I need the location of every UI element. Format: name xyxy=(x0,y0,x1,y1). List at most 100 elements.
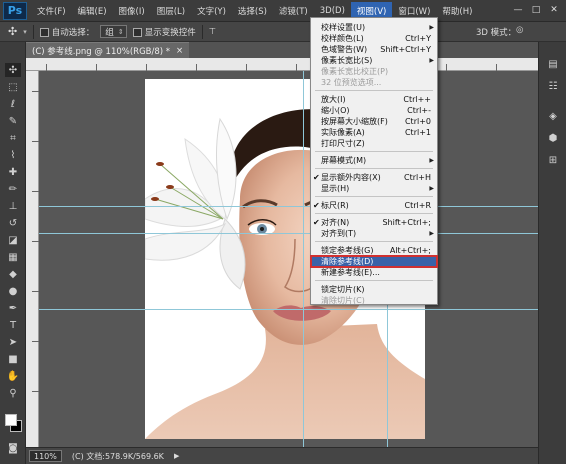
view-menu-item-label: 打印尺寸(Z) xyxy=(321,139,365,148)
zoom-tool-icon[interactable]: ⚲ xyxy=(5,386,21,400)
view-menu-item-label: 新建参考线(E)... xyxy=(321,268,380,277)
divider xyxy=(201,24,203,39)
horizontal-ruler[interactable] xyxy=(26,58,538,71)
brush-tool-icon[interactable]: ✏ xyxy=(5,182,21,196)
guide-line-horizontal[interactable] xyxy=(39,233,538,234)
view-menu-item-shortcut: Ctrl+Y xyxy=(405,34,431,43)
paths-panel-icon[interactable]: ⊞ xyxy=(544,152,562,168)
rectangle-tool-icon[interactable]: ■ xyxy=(5,352,21,366)
foreground-color-swatch[interactable] xyxy=(5,414,17,426)
show-transform-checkbox[interactable]: 显示变换控件 xyxy=(132,26,196,38)
path-select-tool-icon[interactable]: ➤ xyxy=(5,335,21,349)
menu-edit[interactable]: 编辑(E) xyxy=(72,2,113,20)
healing-brush-tool-icon[interactable]: ✚ xyxy=(5,165,21,179)
guide-line-horizontal[interactable] xyxy=(39,309,538,310)
eyedropper-tool-icon[interactable]: ⌇ xyxy=(5,148,21,162)
3d-orbit-icon[interactable]: ◎ xyxy=(516,25,523,35)
view-menu-item[interactable]: 对齐到(T) ▶ xyxy=(311,228,437,239)
close-button[interactable]: ✕ xyxy=(546,3,562,17)
pen-tool-icon[interactable]: ✒ xyxy=(5,301,21,315)
document-info[interactable]: (C) 文档:578.9K/569.6K xyxy=(72,451,164,462)
lasso-tool-icon[interactable]: ℓ xyxy=(5,97,21,111)
view-menu-item[interactable]: 屏幕模式(M) ▶ xyxy=(311,155,437,166)
move-tool-icon[interactable]: ✣ xyxy=(5,63,21,77)
tool-preset-arrow-icon[interactable]: ▾ xyxy=(23,28,27,36)
view-menu-item[interactable]: 放大(I) Ctrl++ xyxy=(311,94,437,105)
view-menu-item[interactable]: 校样颜色(L) Ctrl+Y xyxy=(311,33,437,44)
vertical-ruler[interactable] xyxy=(26,71,39,447)
view-menu-item[interactable]: 显示(H) ▶ xyxy=(311,183,437,194)
menu-layer[interactable]: 图层(L) xyxy=(151,2,191,20)
menu-type[interactable]: 文字(Y) xyxy=(191,2,232,20)
hand-tool-icon[interactable]: ✋ xyxy=(5,369,21,383)
layers-panel-icon[interactable]: ◈ xyxy=(544,108,562,124)
view-menu-item-label: 显示(H) xyxy=(321,184,350,193)
menu-separator xyxy=(315,241,433,242)
eraser-tool-icon[interactable]: ◪ xyxy=(5,233,21,247)
view-menu-item[interactable]: 打印尺寸(Z) xyxy=(311,138,437,149)
view-menu-item[interactable]: 锁定参考线(G) Alt+Ctrl+; xyxy=(311,245,437,256)
properties-panel-icon[interactable]: ☷ xyxy=(544,78,562,94)
guide-line-horizontal[interactable] xyxy=(39,206,538,207)
document-tab[interactable]: (C) 参考线.png @ 110%(RGB/8) * × xyxy=(26,42,190,58)
minimize-button[interactable]: — xyxy=(510,3,526,17)
dodge-tool-icon[interactable]: ● xyxy=(5,284,21,298)
channels-panel-icon[interactable]: ⬢ xyxy=(544,130,562,146)
marquee-tool-icon[interactable]: ⬚ xyxy=(5,80,21,94)
document-tab-close-icon[interactable]: × xyxy=(176,46,183,56)
menu-image[interactable]: 图像(I) xyxy=(113,2,151,20)
view-menu-item[interactable]: ✔ 显示额外内容(X) Ctrl+H xyxy=(311,172,437,183)
view-menu-item-label: 屏幕模式(M) xyxy=(321,156,367,165)
auto-select-dropdown[interactable]: 组 xyxy=(100,25,127,38)
type-tool-icon[interactable]: T xyxy=(5,318,21,332)
menu-bar: Ps 文件(F) 编辑(E) 图像(I) 图层(L) 文字(Y) 选择(S) 滤… xyxy=(0,0,566,22)
history-panel-icon[interactable]: ▤ xyxy=(544,56,562,72)
view-menu-item[interactable]: ✔ 对齐(N) Shift+Ctrl+; xyxy=(311,217,437,228)
view-menu-item[interactable]: 像素长宽比(S) ▶ xyxy=(311,55,437,66)
status-bar: 110% (C) 文档:578.9K/569.6K ▶ xyxy=(26,447,538,464)
restore-button[interactable]: □ xyxy=(528,3,544,17)
gradient-tool-icon[interactable]: ▦ xyxy=(5,250,21,264)
auto-select-checkbox[interactable]: 自动选择： xyxy=(39,26,95,38)
zoom-level-field[interactable]: 110% xyxy=(29,450,62,462)
view-menu-item-shortcut: Ctrl+R xyxy=(404,201,432,210)
view-menu-item-label: 校样颜色(L) xyxy=(321,34,364,43)
submenu-arrow-icon: ▶ xyxy=(429,24,434,31)
photoshop-logo: Ps xyxy=(3,1,27,20)
view-menu-item[interactable]: 实际像素(A) Ctrl+1 xyxy=(311,127,437,138)
status-arrow-icon[interactable]: ▶ xyxy=(174,452,179,460)
guide-line-vertical[interactable] xyxy=(303,71,304,447)
view-menu-item[interactable]: 锁定切片(K) xyxy=(311,284,437,295)
view-menu-item-label: 显示额外内容(X) xyxy=(321,173,381,182)
view-menu-item[interactable]: ✔ 标尺(R) Ctrl+R xyxy=(311,200,437,211)
menu-separator xyxy=(315,151,433,152)
history-brush-tool-icon[interactable]: ↺ xyxy=(5,216,21,230)
menu-select[interactable]: 选择(S) xyxy=(232,2,273,20)
align-top-icon[interactable]: ⊤ xyxy=(209,27,216,37)
view-menu-item[interactable]: 按屏幕大小缩放(F) Ctrl+0 xyxy=(311,116,437,127)
view-menu-item-shortcut: Ctrl+- xyxy=(407,106,431,115)
view-menu-item: 32 位预览选项... xyxy=(311,77,437,88)
view-menu-item[interactable]: 新建参考线(E)... xyxy=(311,267,437,278)
view-menu-item-label: 锁定参考线(G) xyxy=(321,246,374,255)
menu-separator xyxy=(315,90,433,91)
menu-help[interactable]: 帮助(H) xyxy=(436,2,478,20)
menu-file[interactable]: 文件(F) xyxy=(31,2,72,20)
clone-stamp-tool-icon[interactable]: ⊥ xyxy=(5,199,21,213)
view-menu-item[interactable]: 校样设置(U) ▶ xyxy=(311,22,437,33)
view-menu-item: 像素长宽比校正(P) xyxy=(311,66,437,77)
view-menu-item[interactable]: 清除参考线(D) xyxy=(310,255,438,268)
crop-tool-icon[interactable]: ⌗ xyxy=(5,131,21,145)
canvas-area[interactable] xyxy=(39,71,538,447)
auto-select-label: 自动选择： xyxy=(51,27,95,38)
move-tool-icon[interactable]: ✣ xyxy=(8,25,17,38)
view-menu-item[interactable]: 色域警告(W) Shift+Ctrl+Y xyxy=(311,44,437,55)
view-menu-item[interactable]: 缩小(O) Ctrl+- xyxy=(311,105,437,116)
blur-tool-icon[interactable]: ◆ xyxy=(5,267,21,281)
divider xyxy=(32,24,34,39)
quick-select-tool-icon[interactable]: ✎ xyxy=(5,114,21,128)
menu-filter[interactable]: 滤镜(T) xyxy=(273,2,314,20)
quick-mask-icon[interactable]: ◙ xyxy=(5,441,21,455)
lily-flower xyxy=(145,117,246,290)
view-menu-item-label: 像素长宽比校正(P) xyxy=(321,67,389,76)
